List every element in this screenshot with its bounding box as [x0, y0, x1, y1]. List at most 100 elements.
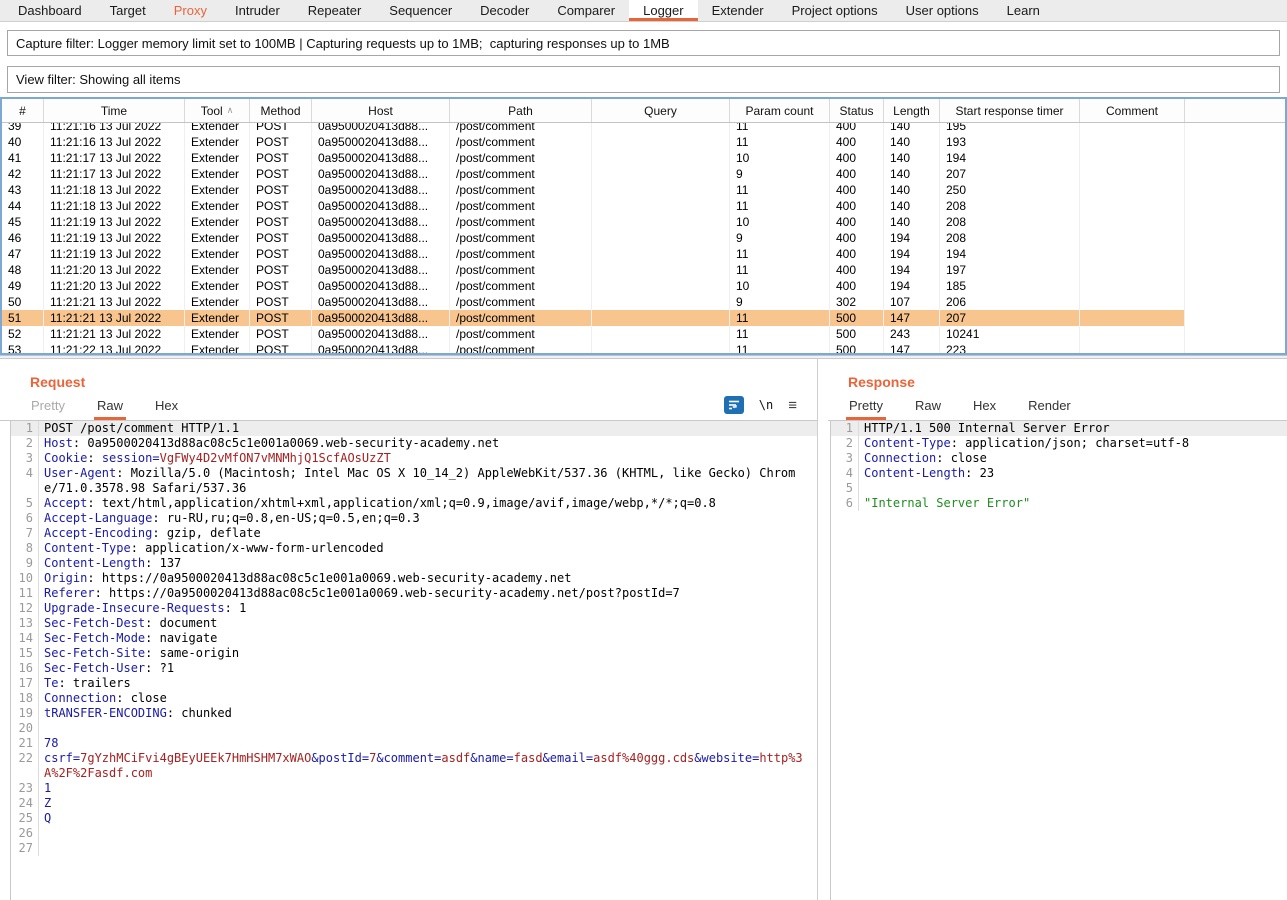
- column-header-host[interactable]: Host: [312, 99, 450, 122]
- request-tab-raw[interactable]: Raw: [94, 393, 126, 420]
- table-cell: [592, 278, 730, 294]
- menu-tab-repeater[interactable]: Repeater: [294, 0, 375, 21]
- table-cell: 400: [830, 198, 884, 214]
- table-cell: Extender: [185, 294, 250, 310]
- menu-tab-project-options[interactable]: Project options: [778, 0, 892, 21]
- table-row[interactable]: 4311:21:18 13 Jul 2022ExtenderPOST0a9500…: [2, 182, 1285, 198]
- table-cell: 185: [940, 278, 1080, 294]
- editor-line: 4User-Agent: Mozilla/5.0 (Macintosh; Int…: [11, 466, 817, 496]
- newline-toggle-icon[interactable]: \n: [759, 398, 773, 412]
- column-header-path[interactable]: Path: [450, 99, 592, 122]
- request-tab-hex[interactable]: Hex: [152, 393, 181, 420]
- table-cell: /post/comment: [450, 246, 592, 262]
- request-editor[interactable]: 1POST /post/comment HTTP/1.12Host: 0a950…: [10, 421, 817, 900]
- column-header-tool[interactable]: Tool∧: [185, 99, 250, 122]
- column-header-param-count[interactable]: Param count: [730, 99, 830, 122]
- soft-wrap-toggle-icon[interactable]: [724, 396, 744, 414]
- menu-tab-target[interactable]: Target: [96, 0, 160, 21]
- table-row[interactable]: 4011:21:16 13 Jul 2022ExtenderPOST0a9500…: [2, 134, 1285, 150]
- table-cell: POST: [250, 310, 312, 326]
- table-cell: [592, 150, 730, 166]
- table-cell: 0a9500020413d88...: [312, 230, 450, 246]
- column-header-query[interactable]: Query: [592, 99, 730, 122]
- table-cell: 140: [884, 198, 940, 214]
- menu-tab-extender[interactable]: Extender: [698, 0, 778, 21]
- line-content: Sec-Fetch-Dest: document: [39, 616, 817, 631]
- column-header-time[interactable]: Time: [44, 99, 185, 122]
- editor-line: 17Te: trailers: [11, 676, 817, 691]
- table-cell: Extender: [185, 246, 250, 262]
- capture-filter-bar[interactable]: Capture filter: Logger memory limit set …: [7, 30, 1280, 56]
- table-cell: 11:21:21 13 Jul 2022: [44, 326, 185, 342]
- table-row[interactable]: 5311:21:22 13 Jul 2022ExtenderPOST0a9500…: [2, 342, 1285, 355]
- table-cell: POST: [250, 150, 312, 166]
- table-cell: 0a9500020413d88...: [312, 166, 450, 182]
- response-tab-raw[interactable]: Raw: [912, 393, 944, 420]
- table-row[interactable]: 4611:21:19 13 Jul 2022ExtenderPOST0a9500…: [2, 230, 1285, 246]
- editor-line: 6Accept-Language: ru-RU,ru;q=0.8,en-US;q…: [11, 511, 817, 526]
- column-header-start-response-timer[interactable]: Start response timer: [940, 99, 1080, 122]
- column-header-index[interactable]: #: [2, 99, 44, 122]
- line-content: Accept: text/html,application/xhtml+xml,…: [39, 496, 817, 511]
- view-filter-bar[interactable]: View filter: Showing all items: [7, 66, 1280, 93]
- table-row[interactable]: 4911:21:20 13 Jul 2022ExtenderPOST0a9500…: [2, 278, 1285, 294]
- table-cell: 11: [730, 326, 830, 342]
- request-tab-pretty[interactable]: Pretty: [28, 393, 68, 420]
- menu-tab-user-options[interactable]: User options: [892, 0, 993, 21]
- menu-tab-decoder[interactable]: Decoder: [466, 0, 543, 21]
- response-tab-pretty[interactable]: Pretty: [846, 393, 886, 420]
- table-cell: 400: [830, 278, 884, 294]
- menu-tab-intruder[interactable]: Intruder: [221, 0, 294, 21]
- editor-line: 11Referer: https://0a9500020413d88ac08c5…: [11, 586, 817, 601]
- table-row[interactable]: 4211:21:17 13 Jul 2022ExtenderPOST0a9500…: [2, 166, 1285, 182]
- column-header-comment[interactable]: Comment: [1080, 99, 1185, 122]
- line-number: 16: [11, 661, 39, 676]
- panel-divider[interactable]: [818, 359, 828, 900]
- column-header-label: Status: [839, 104, 873, 118]
- menu-tab-dashboard[interactable]: Dashboard: [4, 0, 96, 21]
- response-tab-render[interactable]: Render: [1025, 393, 1074, 420]
- column-header-length[interactable]: Length: [884, 99, 940, 122]
- table-cell: Extender: [185, 310, 250, 326]
- line-number: 2: [831, 436, 859, 451]
- logger-table[interactable]: #TimeTool∧MethodHostPathQueryParam count…: [0, 97, 1287, 355]
- menu-tab-sequencer[interactable]: Sequencer: [375, 0, 466, 21]
- table-row[interactable]: 4411:21:18 13 Jul 2022ExtenderPOST0a9500…: [2, 198, 1285, 214]
- menu-tab-logger[interactable]: Logger: [629, 0, 697, 21]
- table-row[interactable]: 4711:21:19 13 Jul 2022ExtenderPOST0a9500…: [2, 246, 1285, 262]
- table-cell: 194: [884, 246, 940, 262]
- editor-line: 2178: [11, 736, 817, 751]
- table-cell: [1080, 198, 1185, 214]
- table-cell: Extender: [185, 182, 250, 198]
- line-number: 23: [11, 781, 39, 796]
- table-cell: 11:21:18 13 Jul 2022: [44, 198, 185, 214]
- table-cell: [1080, 342, 1185, 355]
- line-number: 25: [11, 811, 39, 826]
- menu-tab-comparer[interactable]: Comparer: [543, 0, 629, 21]
- column-header-label: Tool: [201, 104, 223, 118]
- menu-tab-learn[interactable]: Learn: [993, 0, 1054, 21]
- table-row[interactable]: 4511:21:19 13 Jul 2022ExtenderPOST0a9500…: [2, 214, 1285, 230]
- table-cell: 11:21:16 13 Jul 2022: [44, 134, 185, 150]
- line-number: 27: [11, 841, 39, 856]
- editor-line: 12Upgrade-Insecure-Requests: 1: [11, 601, 817, 616]
- menu-tab-proxy[interactable]: Proxy: [160, 0, 221, 21]
- table-row[interactable]: 5111:21:21 13 Jul 2022ExtenderPOST0a9500…: [2, 310, 1285, 326]
- response-editor[interactable]: 1HTTP/1.1 500 Internal Server Error2Cont…: [830, 421, 1287, 900]
- table-cell: 11:21:21 13 Jul 2022: [44, 294, 185, 310]
- table-row[interactable]: 4811:21:20 13 Jul 2022ExtenderPOST0a9500…: [2, 262, 1285, 278]
- table-cell: 11: [730, 246, 830, 262]
- editor-menu-icon[interactable]: ≡: [788, 398, 797, 413]
- table-row[interactable]: 5011:21:21 13 Jul 2022ExtenderPOST0a9500…: [2, 294, 1285, 310]
- table-cell: 140: [884, 166, 940, 182]
- column-header-status[interactable]: Status: [830, 99, 884, 122]
- table-row[interactable]: 4111:21:17 13 Jul 2022ExtenderPOST0a9500…: [2, 150, 1285, 166]
- table-row[interactable]: 5211:21:21 13 Jul 2022ExtenderPOST0a9500…: [2, 326, 1285, 342]
- table-cell: [592, 166, 730, 182]
- table-cell: /post/comment: [450, 230, 592, 246]
- column-header-method[interactable]: Method: [250, 99, 312, 122]
- view-filter-text: View filter: Showing all items: [16, 72, 181, 87]
- table-cell: 11:21:19 13 Jul 2022: [44, 246, 185, 262]
- editor-line: 25Q: [11, 811, 817, 826]
- response-tab-hex[interactable]: Hex: [970, 393, 999, 420]
